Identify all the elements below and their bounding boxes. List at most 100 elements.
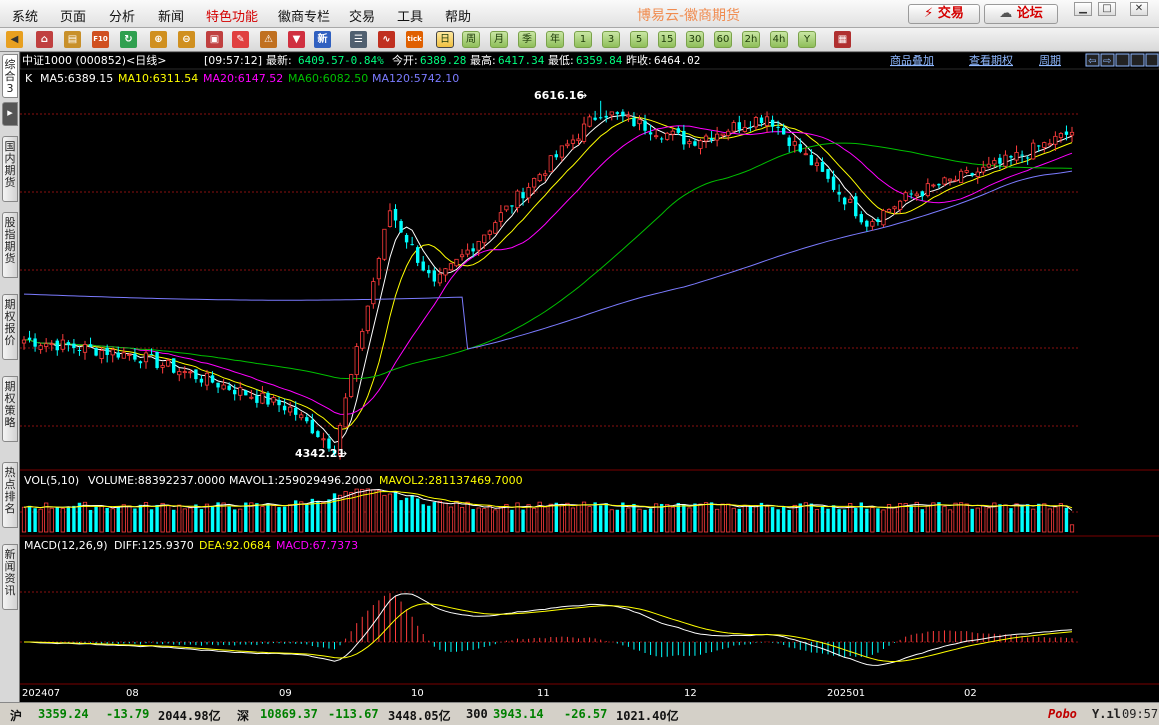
candle-body	[970, 173, 974, 176]
candle-body	[909, 193, 913, 195]
tab-domestic-futures[interactable]: 国内期货	[2, 136, 18, 202]
close-button[interactable]: ✕	[1130, 2, 1148, 16]
period-3min[interactable]: 3	[602, 31, 620, 48]
menu-tools[interactable]: 工具	[397, 6, 423, 25]
volume-bar	[282, 506, 287, 532]
zoom-out-icon[interactable]: ⊖	[178, 31, 195, 48]
candle-body	[55, 340, 59, 351]
menu-page[interactable]: 页面	[60, 6, 86, 25]
menu-trade[interactable]: 交易	[349, 6, 375, 25]
minimize-button[interactable]: ▁	[1074, 2, 1092, 16]
filter-icon[interactable]: ▼	[288, 31, 305, 48]
trade-button[interactable]: ⚡ 交易	[908, 4, 980, 24]
menu-system[interactable]: 系统	[12, 6, 38, 25]
tab-index-futures[interactable]: 股指期货	[2, 212, 18, 278]
home-icon[interactable]: ⌂	[36, 31, 53, 48]
folder-icon[interactable]: ▤	[64, 31, 81, 48]
tab-hot-ranking[interactable]: 热点排名	[2, 462, 18, 528]
candle-body	[1031, 142, 1036, 160]
refresh-icon[interactable]: ↻	[120, 31, 137, 48]
tab-option-quotes[interactable]: 期权报价	[2, 294, 18, 360]
volume-bar	[698, 503, 703, 533]
volume-bar	[570, 507, 576, 533]
grid-icon[interactable]: ▦	[834, 31, 851, 48]
candle-body	[72, 343, 76, 348]
f10-icon[interactable]: F10	[92, 31, 109, 48]
back-arrow-icon[interactable]: ◀	[6, 31, 23, 48]
period-custom[interactable]: Y	[798, 31, 816, 48]
kline-chart[interactable]: 中证1000 (000852)<日线> [09:57:12] 最新: 6409.…	[20, 52, 1159, 702]
line-chart-icon[interactable]: ∿	[378, 31, 395, 48]
period-4h[interactable]: 4h	[770, 31, 788, 48]
candle-body	[210, 375, 215, 383]
volume-bar	[277, 507, 281, 532]
sh-change: -13.79	[106, 707, 150, 721]
restore-button[interactable]: □	[1098, 2, 1116, 16]
volume-bar	[742, 504, 747, 533]
volume-bar	[177, 504, 182, 533]
ma5-line	[23, 114, 1073, 443]
c300-value: 3943.14	[493, 707, 544, 721]
side-arrow-icon[interactable]: ▸	[2, 102, 18, 126]
volume-bar	[764, 505, 770, 533]
news-icon[interactable]: 新	[314, 31, 331, 48]
volume-bar	[487, 505, 492, 533]
tab-news[interactable]: 新闻资讯	[2, 544, 18, 610]
period-30min[interactable]: 30	[686, 31, 704, 48]
candle-body	[1064, 131, 1069, 135]
volume-bar	[720, 503, 725, 533]
volume-bar	[753, 505, 759, 533]
pen-icon[interactable]: ✎	[232, 31, 249, 48]
menu-huishang[interactable]: 徽商专栏	[278, 6, 330, 25]
menu-special[interactable]: 特色功能	[206, 6, 258, 25]
candle-body	[609, 111, 614, 116]
volume-bar	[593, 502, 597, 532]
candle-body	[898, 200, 903, 210]
volume-bar	[1025, 504, 1030, 532]
candle-body	[715, 133, 720, 141]
period-quarter[interactable]: 季	[518, 31, 536, 48]
volume-bar	[881, 509, 886, 533]
candle-body	[576, 138, 581, 142]
period-2h[interactable]: 2h	[742, 31, 760, 48]
link-period[interactable]: 周期	[1039, 54, 1061, 67]
tab-option-strategy[interactable]: 期权策略	[2, 376, 18, 442]
link-overlay[interactable]: 商品叠加	[890, 53, 934, 67]
ma5-legend: MA5:6389.15	[40, 72, 113, 85]
layout-3-icon[interactable]	[1145, 53, 1159, 67]
volume-bar	[587, 506, 592, 533]
menu-analysis[interactable]: 分析	[109, 6, 135, 25]
volume-bar	[387, 493, 393, 533]
warning-icon[interactable]: ⚠	[260, 31, 277, 48]
zoom-in-icon[interactable]: ⊕	[150, 31, 167, 48]
x-label-02: 02	[964, 688, 977, 699]
tab-overview[interactable]: 综合3	[2, 54, 18, 98]
candle-body	[998, 157, 1002, 164]
volume-bar	[925, 505, 930, 533]
layout-2-icon[interactable]	[1130, 53, 1145, 67]
period-day[interactable]: 日	[436, 31, 454, 48]
volume-bar	[138, 504, 143, 532]
table-icon[interactable]: ☰	[350, 31, 367, 48]
candle-body	[537, 174, 542, 182]
period-15min[interactable]: 15	[658, 31, 676, 48]
tick-icon[interactable]: tick	[406, 31, 423, 48]
volume-bar	[737, 508, 742, 532]
period-week[interactable]: 周	[462, 31, 480, 48]
period-month[interactable]: 月	[490, 31, 508, 48]
high-value: 6417.34	[498, 54, 545, 67]
menu-help[interactable]: 帮助	[445, 6, 471, 25]
forum-button[interactable]: ☁ 论坛	[984, 4, 1058, 24]
layout-1-icon[interactable]	[1115, 53, 1130, 67]
volume-bar	[305, 504, 309, 532]
volume-bar	[820, 506, 825, 532]
period-1min[interactable]: 1	[574, 31, 592, 48]
window-icon[interactable]: ▣	[206, 31, 223, 48]
candle-body	[354, 346, 359, 376]
volume-bar	[1053, 506, 1058, 533]
link-options[interactable]: 查看期权	[969, 53, 1013, 67]
menu-news[interactable]: 新闻	[158, 6, 184, 25]
period-year[interactable]: 年	[546, 31, 564, 48]
period-5min[interactable]: 5	[630, 31, 648, 48]
period-60min[interactable]: 60	[714, 31, 732, 48]
